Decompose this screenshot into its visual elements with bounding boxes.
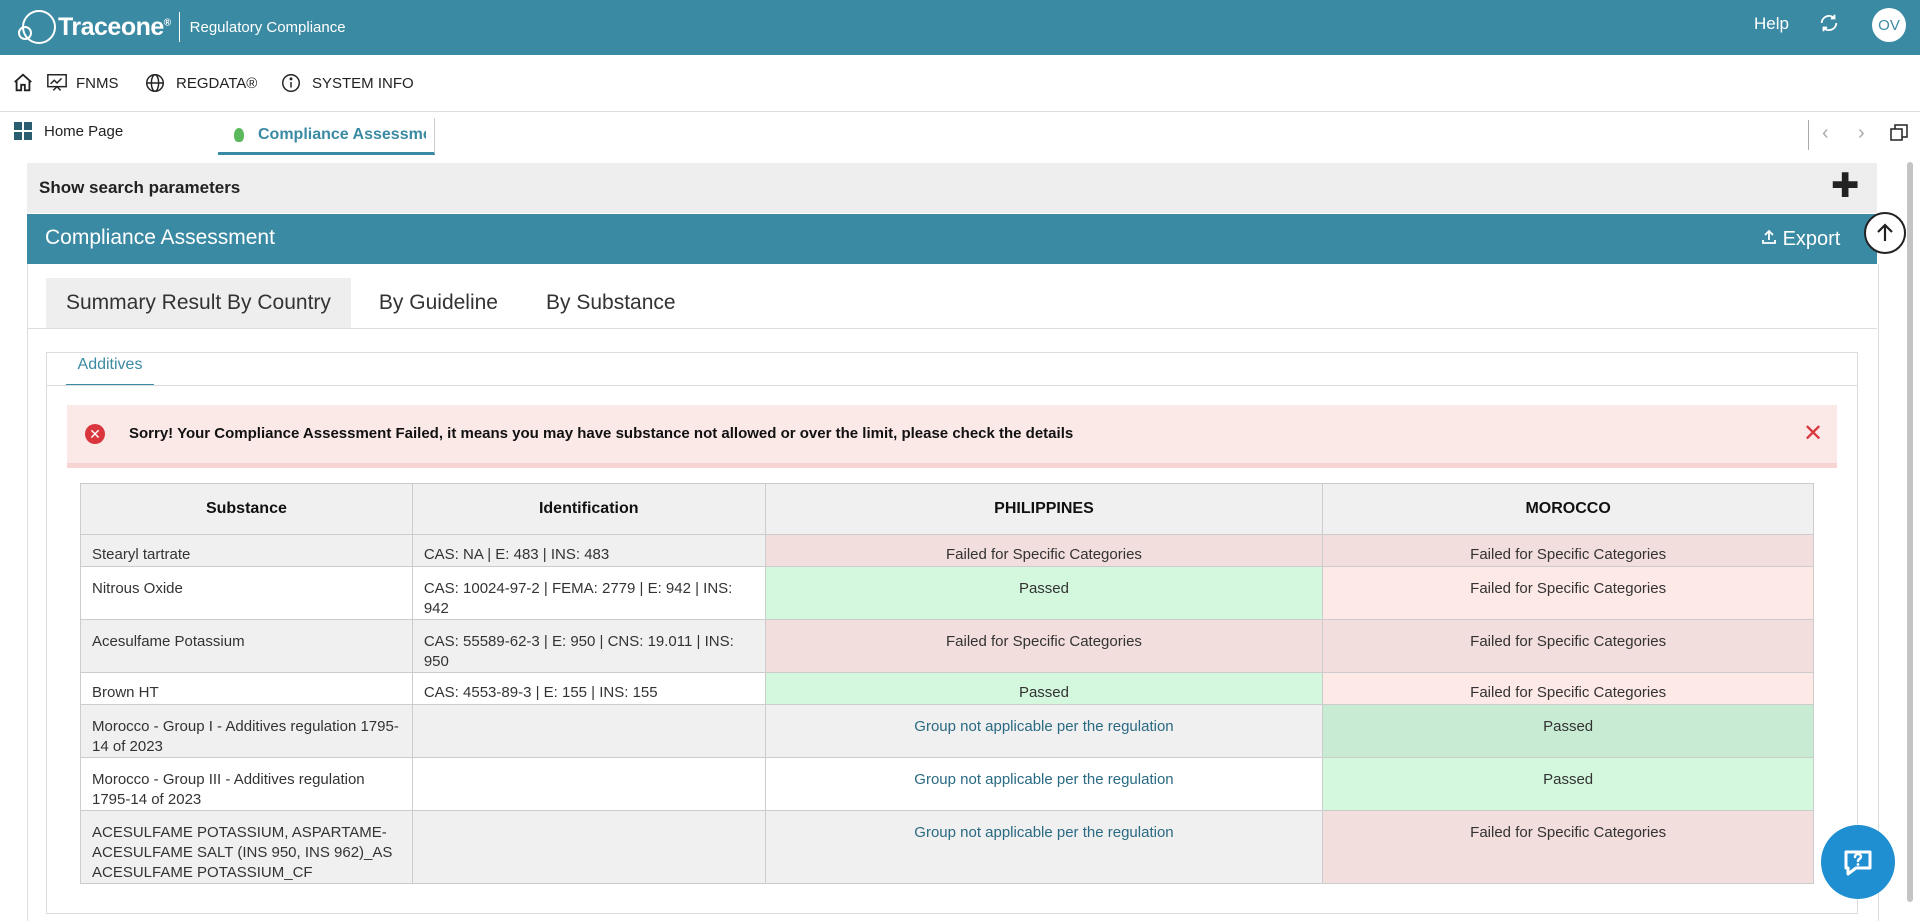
- tab-compliance-assessment[interactable]: Compliance Assessment: [218, 118, 435, 155]
- table-row[interactable]: Morocco - Group I - Additives regulation…: [80, 704, 1814, 758]
- tab-summary-by-country[interactable]: Summary Result By Country: [46, 278, 351, 328]
- cell-identification: CAS: NA | E: 483 | INS: 483: [411, 534, 766, 567]
- arrow-up-icon: [1877, 223, 1893, 241]
- tab-additives[interactable]: Additives: [66, 356, 154, 386]
- column-header-substance[interactable]: Substance: [80, 483, 413, 535]
- cell-status-morocco: Passed: [1322, 757, 1814, 811]
- brand-name: Traceone®: [58, 12, 171, 41]
- tab-home-label: Home Page: [44, 122, 124, 140]
- tab-active-label: Compliance Assessment: [258, 126, 426, 143]
- support-chat-button[interactable]: [1821, 825, 1895, 899]
- column-header-morocco[interactable]: MOROCCO: [1322, 483, 1814, 535]
- cell-status-philippines: Passed: [764, 672, 1324, 705]
- menu-label-regdata: REGDATA®: [176, 74, 258, 92]
- table-row[interactable]: Acesulfame Potassium CAS: 55589-62-3 | E…: [80, 619, 1814, 673]
- alert-message: Sorry! Your Compliance Assessment Failed…: [129, 425, 1074, 442]
- refresh-icon[interactable]: [1818, 12, 1840, 40]
- close-icon[interactable]: ✕: [1803, 419, 1823, 448]
- cell-status-morocco: Failed for Specific Categories: [1322, 672, 1814, 705]
- tab-home-page[interactable]: Home Page: [14, 122, 123, 140]
- export-label: Export: [1782, 228, 1841, 250]
- info-icon: [282, 74, 300, 92]
- cell-status-morocco: Passed: [1322, 704, 1814, 758]
- upload-icon: [1762, 229, 1776, 244]
- traceone-logo-icon: [18, 10, 56, 44]
- plus-icon[interactable]: ✚: [1831, 166, 1860, 206]
- panel-title: Compliance Assessment: [45, 226, 275, 249]
- chevron-right-icon[interactable]: ›: [1858, 122, 1865, 145]
- tab-by-guideline[interactable]: By Guideline: [359, 278, 518, 328]
- chevron-left-icon[interactable]: ‹: [1822, 122, 1829, 145]
- scrollbar-thumb[interactable]: [1907, 162, 1913, 902]
- panel-header: Compliance Assessment Export: [27, 214, 1877, 264]
- dashboard-grid-icon: [14, 122, 32, 140]
- menu-item-system-info[interactable]: SYSTEM INFO: [280, 55, 414, 111]
- workspace-tabs: Home Page Compliance Assessment: [0, 112, 1920, 160]
- cell-status-philippines: Failed for Specific Categories: [764, 534, 1324, 567]
- app-logo[interactable]: Traceone® Regulatory Compliance: [18, 4, 346, 50]
- tab-nav-divider: [1808, 120, 1809, 150]
- home-icon[interactable]: [12, 55, 34, 111]
- cell-status-philippines: Failed for Specific Categories: [764, 619, 1324, 673]
- cell-substance: Morocco - Group III - Additives regulati…: [80, 757, 413, 811]
- logo-divider: [178, 12, 180, 42]
- column-header-philippines[interactable]: PHILIPPINES: [764, 483, 1324, 535]
- window-restore-icon[interactable]: [1890, 124, 1908, 142]
- cell-substance: Nitrous Oxide: [80, 566, 413, 620]
- table-row[interactable]: Stearyl tartrate CAS: NA | E: 483 | INS:…: [80, 534, 1814, 567]
- cell-substance: Stearyl tartrate: [80, 534, 413, 567]
- search-parameters-bar[interactable]: Show search parameters ✚: [27, 163, 1877, 213]
- column-header-identification[interactable]: Identification: [411, 483, 766, 535]
- menu-label-system-info: SYSTEM INFO: [312, 74, 414, 92]
- tab-by-substance[interactable]: By Substance: [526, 278, 696, 328]
- cell-status-philippines: Passed: [764, 566, 1324, 620]
- error-circle-icon: ✕: [85, 424, 105, 444]
- table-row[interactable]: ACESULFAME POTASSIUM, ASPARTAME-ACESULFA…: [80, 810, 1814, 884]
- main-menu: FNMS REGDATA® SYSTEM INFO: [0, 55, 1920, 112]
- compliance-results-table: Substance Identification PHILIPPINES MOR…: [80, 483, 1814, 884]
- cell-status-philippines: Group not applicable per the regulation: [764, 810, 1324, 884]
- cell-identification: CAS: 10024-97-2 | FEMA: 2779 | E: 942 | …: [411, 566, 766, 620]
- menu-label-fnms: FNMS: [76, 74, 119, 92]
- menu-item-fnms[interactable]: FNMS: [46, 55, 119, 111]
- cell-substance: Acesulfame Potassium: [80, 619, 413, 673]
- cell-status-morocco: Failed for Specific Categories: [1322, 619, 1814, 673]
- leaf-icon: [234, 128, 244, 142]
- search-parameters-label: Show search parameters: [39, 178, 241, 197]
- table-header-row: Substance Identification PHILIPPINES MOR…: [80, 483, 1814, 535]
- user-avatar[interactable]: OV: [1872, 8, 1906, 42]
- cell-status-morocco: Failed for Specific Categories: [1322, 566, 1814, 620]
- cell-status-morocco: Failed for Specific Categories: [1322, 810, 1814, 884]
- cell-identification: [411, 757, 766, 811]
- result-tabs: Summary Result By Country By Guideline B…: [46, 278, 704, 328]
- cell-identification: [411, 810, 766, 884]
- presentation-chart-icon: [47, 74, 67, 91]
- table-row[interactable]: Nitrous Oxide CAS: 10024-97-2 | FEMA: 27…: [80, 566, 1814, 620]
- chat-question-icon: [1844, 850, 1872, 876]
- cell-status-philippines: Group not applicable per the regulation: [764, 704, 1324, 758]
- cell-substance: Brown HT: [80, 672, 413, 705]
- menu-item-regdata[interactable]: REGDATA®: [144, 55, 257, 111]
- app-header: Traceone® Regulatory Compliance Help OV: [0, 0, 1920, 55]
- table-row[interactable]: Morocco - Group III - Additives regulati…: [80, 757, 1814, 811]
- table-row[interactable]: Brown HT CAS: 4553-89-3 | E: 155 | INS: …: [80, 672, 1814, 705]
- cell-substance: ACESULFAME POTASSIUM, ASPARTAME-ACESULFA…: [80, 810, 413, 884]
- app-subtitle: Regulatory Compliance: [189, 18, 346, 36]
- cell-identification: CAS: 55589-62-3 | E: 950 | CNS: 19.011 |…: [411, 619, 766, 673]
- subtab-divider: [47, 385, 1857, 386]
- cell-status-morocco: Failed for Specific Categories: [1322, 534, 1814, 567]
- cell-identification: CAS: 4553-89-3 | E: 155 | INS: 155: [411, 672, 766, 705]
- cell-status-philippines: Group not applicable per the regulation: [764, 757, 1324, 811]
- scroll-to-top-button[interactable]: [1864, 212, 1906, 254]
- globe-icon: [146, 74, 164, 92]
- cell-substance: Morocco - Group I - Additives regulation…: [80, 704, 413, 758]
- tabs-divider: [27, 328, 1877, 329]
- help-link[interactable]: Help: [1754, 14, 1789, 34]
- failure-alert: ✕ Sorry! Your Compliance Assessment Fail…: [67, 405, 1837, 468]
- cell-identification: [411, 704, 766, 758]
- export-button[interactable]: Export: [1761, 228, 1840, 251]
